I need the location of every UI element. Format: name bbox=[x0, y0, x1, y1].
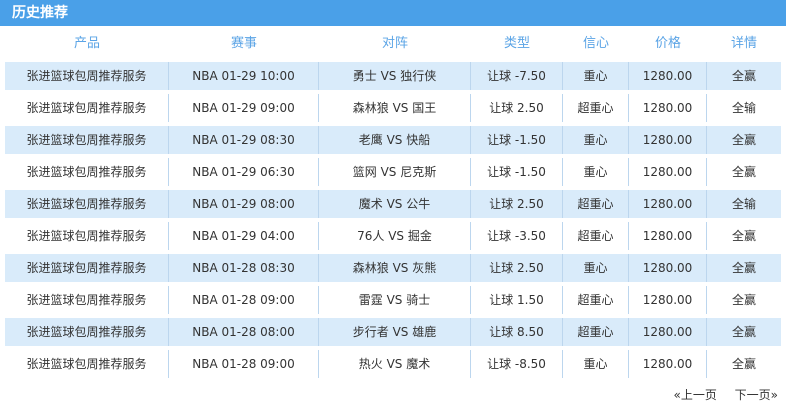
row-product: 张进篮球包周推荐服务 bbox=[5, 286, 169, 314]
row-result[interactable]: 全输 bbox=[707, 190, 781, 218]
row-type: 让球 -8.50 bbox=[471, 350, 563, 378]
header-product: 产品 bbox=[73, 36, 100, 51]
row-confidence: 重心 bbox=[563, 158, 629, 186]
row-product: 张进篮球包周推荐服务 bbox=[5, 222, 169, 250]
row-result[interactable]: 全赢 bbox=[707, 62, 781, 90]
row-confidence: 重心 bbox=[563, 254, 629, 282]
row-result[interactable]: 全输 bbox=[707, 94, 781, 122]
row-price: 1280.00 bbox=[629, 254, 707, 282]
row-confidence: 超重心 bbox=[563, 190, 629, 218]
row-teams: 森林狼 VS 灰熊 bbox=[319, 254, 471, 282]
row-match: NBA 01-29 10:00 bbox=[169, 62, 319, 90]
table-row: 张进篮球包周推荐服务 NBA 01-28 08:00 步行者 VS 雄鹿 让球 8.5… bbox=[5, 318, 781, 346]
row-price: 1280.00 bbox=[629, 286, 707, 314]
row-match: NBA 01-29 06:30 bbox=[169, 158, 319, 186]
row-match: NBA 01-28 08:00 bbox=[169, 318, 319, 346]
table-row: 张进篮球包周推荐服务 NBA 01-29 04:00 76人 VS 掘金 让球 -3.… bbox=[5, 222, 781, 250]
row-match: NBA 01-29 08:30 bbox=[169, 126, 319, 154]
row-type: 让球 -1.50 bbox=[471, 126, 563, 154]
row-match: NBA 01-29 08:00 bbox=[169, 190, 319, 218]
table-row: 张进篮球包周推荐服务 NBA 01-29 08:30 老鹰 VS 快船 让球 -1.5… bbox=[5, 126, 781, 154]
row-product: 张进篮球包周推荐服务 bbox=[5, 318, 169, 346]
row-type: 让球 -3.50 bbox=[471, 222, 563, 250]
table-row: 张进篮球包周推荐服务 NBA 01-29 09:00 森林狼 VS 国王 让球 2.5… bbox=[5, 94, 781, 122]
row-product: 张进篮球包周推荐服务 bbox=[5, 190, 169, 218]
row-price: 1280.00 bbox=[629, 318, 707, 346]
row-result[interactable]: 全赢 bbox=[707, 254, 781, 282]
table-row: 张进篮球包周推荐服务 NBA 01-29 06:30 篮网 VS 尼克斯 让球 -1.… bbox=[5, 158, 781, 186]
row-teams: 热火 VS 魔术 bbox=[319, 350, 471, 378]
row-type: 让球 2.50 bbox=[471, 190, 563, 218]
header-confidence: 信心 bbox=[582, 36, 609, 51]
row-result[interactable]: 全赢 bbox=[707, 158, 781, 186]
pagination: «上一页 下一页» bbox=[659, 386, 778, 404]
row-price: 1280.00 bbox=[629, 222, 707, 250]
row-teams: 老鹰 VS 快船 bbox=[319, 126, 471, 154]
header-price: 价格 bbox=[654, 36, 681, 51]
row-result[interactable]: 全赢 bbox=[707, 286, 781, 314]
row-confidence: 重心 bbox=[563, 126, 629, 154]
row-match: NBA 01-28 09:00 bbox=[169, 350, 319, 378]
row-type: 让球 -1.50 bbox=[471, 158, 563, 186]
row-confidence: 超重心 bbox=[563, 94, 629, 122]
row-type: 让球 1.50 bbox=[471, 286, 563, 314]
row-teams: 森林狼 VS 国王 bbox=[319, 94, 471, 122]
row-product: 张进篮球包周推荐服务 bbox=[5, 62, 169, 90]
row-confidence: 重心 bbox=[563, 62, 629, 90]
row-confidence: 超重心 bbox=[563, 222, 629, 250]
row-confidence: 重心 bbox=[563, 350, 629, 378]
row-result[interactable]: 全赢 bbox=[707, 350, 781, 378]
table-row: 张进篮球包周推荐服务 NBA 01-29 10:00 勇士 VS 独行侠 让球 -7.… bbox=[5, 62, 781, 90]
row-match: NBA 01-29 04:00 bbox=[169, 222, 319, 250]
row-confidence: 超重心 bbox=[563, 286, 629, 314]
table-row: 张进篮球包周推荐服务 NBA 01-29 08:00 魔术 VS 公牛 让球 2.50… bbox=[5, 190, 781, 218]
row-price: 1280.00 bbox=[629, 350, 707, 378]
row-price: 1280.00 bbox=[629, 158, 707, 186]
row-price: 1280.00 bbox=[629, 62, 707, 90]
row-teams: 76人 VS 掘金 bbox=[319, 222, 471, 250]
row-product: 张进篮球包周推荐服务 bbox=[5, 94, 169, 122]
table-header: 产品 赛事 对阵 类型 信心 价格 详情 bbox=[0, 30, 786, 58]
row-match: NBA 01-29 09:00 bbox=[169, 94, 319, 122]
row-result[interactable]: 全赢 bbox=[707, 222, 781, 250]
header-result: 详情 bbox=[730, 36, 757, 51]
table-row: 张进篮球包周推荐服务 NBA 01-28 09:00 雷霆 VS 骑士 让球 1.50… bbox=[5, 286, 781, 314]
row-type: 让球 8.50 bbox=[471, 318, 563, 346]
row-product: 张进篮球包周推荐服务 bbox=[5, 254, 169, 282]
row-teams: 勇士 VS 独行侠 bbox=[319, 62, 471, 90]
table-row: 张进篮球包周推荐服务 NBA 01-28 09:00 热火 VS 魔术 让球 -8.5… bbox=[5, 350, 781, 378]
header-teams: 对阵 bbox=[381, 36, 408, 51]
row-teams: 步行者 VS 雄鹿 bbox=[319, 318, 471, 346]
row-match: NBA 01-28 08:30 bbox=[169, 254, 319, 282]
row-type: 让球 2.50 bbox=[471, 254, 563, 282]
row-result[interactable]: 全赢 bbox=[707, 126, 781, 154]
row-price: 1280.00 bbox=[629, 94, 707, 122]
table-row: 张进篮球包周推荐服务 NBA 01-28 08:30 森林狼 VS 灰熊 让球 2.5… bbox=[5, 254, 781, 282]
row-product: 张进篮球包周推荐服务 bbox=[5, 126, 169, 154]
row-teams: 雷霆 VS 骑士 bbox=[319, 286, 471, 314]
prev-page-link[interactable]: «上一页 bbox=[673, 388, 716, 402]
row-type: 让球 2.50 bbox=[471, 94, 563, 122]
row-confidence: 超重心 bbox=[563, 318, 629, 346]
row-product: 张进篮球包周推荐服务 bbox=[5, 158, 169, 186]
row-result[interactable]: 全赢 bbox=[707, 318, 781, 346]
row-match: NBA 01-28 09:00 bbox=[169, 286, 319, 314]
row-product: 张进篮球包周推荐服务 bbox=[5, 350, 169, 378]
next-page-link[interactable]: 下一页» bbox=[735, 388, 778, 402]
recommendation-table: 张进篮球包周推荐服务 NBA 01-29 10:00 勇士 VS 独行侠 让球 -7.… bbox=[5, 62, 781, 382]
row-type: 让球 -7.50 bbox=[471, 62, 563, 90]
row-price: 1280.00 bbox=[629, 126, 707, 154]
header-match: 赛事 bbox=[230, 36, 257, 51]
row-price: 1280.00 bbox=[629, 190, 707, 218]
header-type: 类型 bbox=[503, 36, 530, 51]
section-title: 历史推荐 bbox=[0, 0, 786, 26]
row-teams: 篮网 VS 尼克斯 bbox=[319, 158, 471, 186]
row-teams: 魔术 VS 公牛 bbox=[319, 190, 471, 218]
